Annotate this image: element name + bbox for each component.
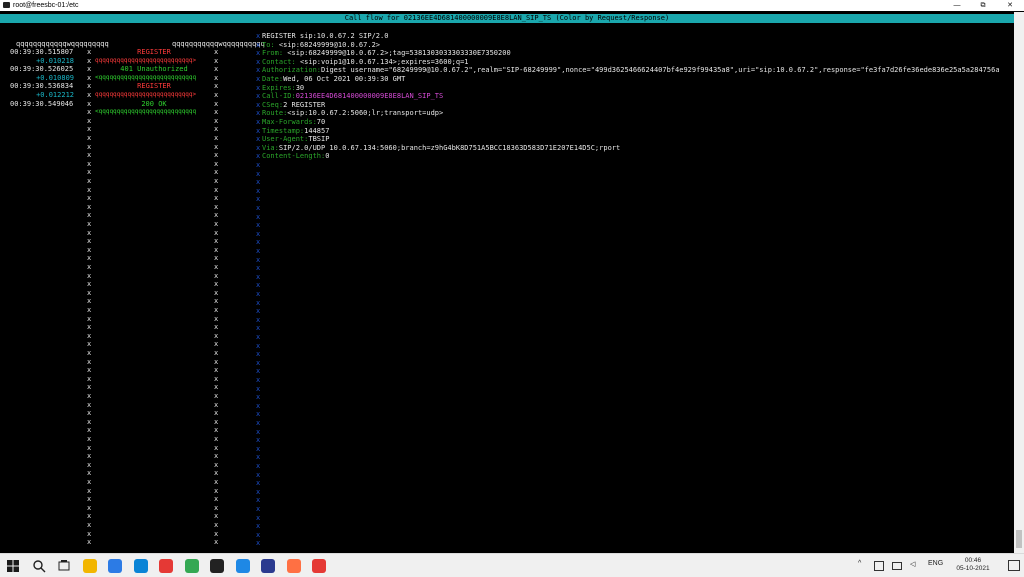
sip-header-value: <sip:68249999@10.0.67.2>;tag=53813030333… — [287, 49, 511, 58]
language-indicator[interactable]: ENG — [928, 560, 943, 567]
firefox-icon[interactable] — [286, 559, 301, 573]
close-button[interactable]: ✕ — [997, 0, 1023, 11]
sip-header-value: Wed, 06 Oct 2021 00:39:30 GMT — [283, 75, 406, 83]
lane-marker: x — [87, 538, 92, 545]
system-clock[interactable]: 00:46 05-10-2021 — [945, 557, 1001, 573]
sip-header-name: Expires: — [262, 83, 296, 92]
sip-header-value: 30 — [295, 83, 305, 92]
window-titlebar: root@freesbc-01:/etc — ⧉ ✕ — [0, 0, 1024, 11]
sip-header-name: Date: — [262, 75, 284, 83]
anydesk2-icon[interactable] — [312, 559, 326, 573]
minimize-button[interactable]: — — [944, 0, 970, 11]
search-icon[interactable] — [32, 558, 48, 574]
sip-header-value: 2 REGISTER — [283, 100, 326, 109]
sip-header-value: Digest username="68249999@10.0.67.2",rea… — [321, 66, 1000, 75]
vscode-icon[interactable] — [235, 559, 250, 573]
scrollbar[interactable] — [1014, 12, 1024, 553]
sip-header-value: SIP/2.0/UDP 10.0.67.134:5060;branch=z9hG… — [278, 143, 621, 152]
sip-header-value: TBSIP — [308, 135, 330, 144]
sip-header-name: Timestamp: — [262, 126, 305, 135]
sip-header-value: 144857 — [304, 126, 330, 135]
sip-header-value: REGISTER sip:10.0.67.2 SIP/2.0 — [262, 32, 389, 40]
sip-header-name: CSeq: — [262, 100, 284, 109]
call-id-value: 02136EE4D681400000009E8E8LAN_SIP_TS — [295, 92, 444, 101]
clock-time: 00:46 — [964, 557, 982, 564]
message-arrow[interactable]: <qqqqqqqqqqqqqqqqqqqqqqqqqqq — [95, 108, 213, 117]
notifications-icon[interactable] — [1008, 560, 1020, 571]
message-arrows[interactable]: REGISTER qqqqqqqqqqqqqqqqqqqqqqqqqqq> 401 … — [95, 48, 213, 118]
sip-header-name: Authorization: — [262, 66, 322, 75]
task-view-icon[interactable] — [57, 558, 73, 574]
volume-icon[interactable]: ◁ — [910, 560, 915, 568]
sip-header-value: <sip:10.0.67.2:5060;lr;transport=udp> — [287, 109, 444, 118]
sip-header-value: 70 — [316, 118, 326, 126]
windows-start-icon[interactable] — [6, 558, 22, 574]
scrollbar-thumb[interactable] — [1016, 530, 1022, 548]
sip-header-name: Via: — [262, 143, 279, 152]
sip-header-name: To: — [262, 40, 279, 49]
sip-header-name: User-Agent: — [262, 135, 309, 144]
maximize-button[interactable]: ⧉ — [970, 0, 996, 11]
file-explorer-icon[interactable] — [82, 559, 97, 573]
sip-header-name: Call-ID: — [262, 92, 296, 101]
lane-marker: x — [214, 538, 219, 545]
terminal-icon[interactable] — [210, 559, 224, 573]
network-icon[interactable] — [874, 561, 884, 571]
message-timestamp: 00:39:30.549046 — [10, 99, 74, 108]
window-title: root@freesbc-01:/etc — [13, 2, 79, 9]
anydesk-icon[interactable] — [159, 559, 173, 573]
clock-date: 05-10-2021 — [956, 565, 990, 572]
putty-icon[interactable] — [261, 559, 275, 573]
separator-mark: x — [256, 539, 261, 545]
terminal-window-icon — [3, 2, 10, 8]
sip-header-value: <sip:68249999@10.0.67.2> — [278, 40, 381, 49]
sip-header-value: 0 — [325, 152, 330, 161]
edge-icon[interactable] — [108, 559, 122, 573]
call-flow-header: Call flow for 02136EE4D681400000009E8E8L… — [0, 14, 1014, 23]
sip-header-name: Content-Length: — [262, 152, 326, 161]
sip-header-value: <sip:voip1@10.0.67.134>;expires=3600;q=1 — [299, 57, 469, 66]
tray-chevron-icon[interactable]: ^ — [858, 560, 861, 567]
sip-header-name: From: — [262, 49, 288, 58]
sip-header-name: Contact: — [262, 57, 300, 66]
sip-header-line: Content-Length:0 — [262, 152, 1014, 161]
sip-header-name: Max-Forwards: — [262, 118, 317, 126]
timestamps-column: 00:39:30.515807 +0.010218 00:39:30.526025 +… — [0, 48, 80, 118]
chrome-icon[interactable] — [184, 559, 199, 573]
terminal-area[interactable]: Call flow for 02136EE4D681400000009E8E8L… — [0, 12, 1014, 545]
taskbar: ^ ◁ ENG 00:46 05-10-2021 — [0, 553, 1024, 577]
battery-icon[interactable] — [892, 562, 902, 570]
sip-header-name: Route: — [262, 109, 288, 118]
edge-blue-icon[interactable] — [133, 559, 148, 573]
